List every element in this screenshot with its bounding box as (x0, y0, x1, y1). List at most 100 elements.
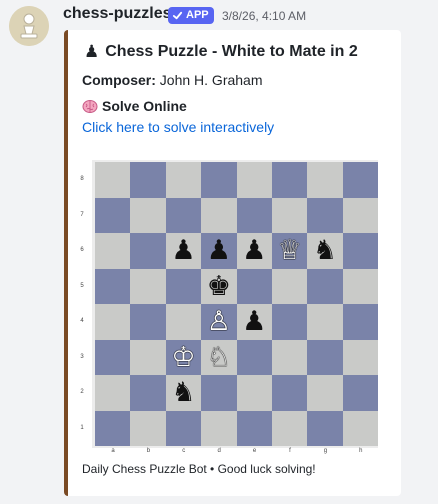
square-d4: ♙ (201, 304, 237, 340)
square-d2 (201, 375, 237, 411)
app-badge-label: APP (186, 9, 209, 21)
black-pawn-icon: ♟ (171, 235, 196, 267)
composer-field: Composer: John H. Graham (82, 72, 263, 88)
chess-board: ♟ ♟ ♟ ♕ ♞ ♚ ♙ ♟ ♔ ♘ ♞ (95, 162, 378, 446)
square-e1 (236, 410, 272, 446)
square-h6 (342, 233, 378, 269)
square-c4 (165, 304, 202, 340)
square-h7 (342, 197, 378, 233)
square-d8 (201, 162, 237, 198)
square-h5 (342, 268, 378, 304)
square-b3 (130, 339, 166, 375)
square-h4 (342, 304, 378, 340)
square-f6: ♕ (271, 233, 308, 269)
square-c5 (165, 268, 202, 304)
file-label: h (359, 448, 363, 454)
black-knight-icon: ♞ (312, 235, 338, 267)
square-a1 (95, 410, 131, 446)
square-f1 (271, 410, 308, 446)
file-label: c (182, 448, 186, 454)
chess-board-image[interactable]: ♟ ♟ ♟ ♕ ♞ ♚ ♙ ♟ ♔ ♘ ♞ 8 7 6 5 4 3 2 1 a b c d e f g h (80, 160, 378, 454)
username[interactable]: chess-puzzles (63, 5, 171, 23)
square-e4: ♟ (236, 304, 272, 340)
square-h1 (342, 410, 378, 446)
square-e5 (236, 268, 272, 304)
rank-label: 7 (80, 211, 84, 218)
composer-name: John H. Graham (159, 72, 263, 88)
square-h8 (342, 162, 378, 198)
square-c2: ♞ (165, 375, 202, 411)
black-king-icon: ♚ (206, 270, 231, 302)
embed-title-row: ♟ Chess Puzzle - White to Mate in 2 (84, 42, 358, 62)
square-d1 (201, 410, 237, 446)
square-a2 (95, 375, 131, 411)
file-label: d (217, 448, 221, 454)
square-g2 (307, 375, 343, 411)
white-knight-icon: ♘ (206, 341, 231, 373)
square-c8 (165, 162, 202, 198)
solve-field-title: Solve Online (82, 98, 187, 114)
square-e2 (236, 375, 272, 411)
square-f3 (271, 339, 308, 375)
verified-check-icon (172, 11, 183, 20)
square-c7 (165, 197, 202, 233)
rank-label: 3 (80, 353, 84, 360)
square-b1 (130, 410, 166, 446)
black-knight-icon: ♞ (171, 377, 196, 409)
square-e6: ♟ (236, 233, 272, 269)
file-label: a (111, 448, 115, 454)
square-g4 (307, 304, 343, 340)
square-g3 (307, 339, 343, 375)
brain-icon (82, 100, 98, 113)
solve-label: Solve Online (102, 98, 187, 114)
square-g7 (307, 197, 343, 233)
square-e3 (236, 339, 272, 375)
square-a8 (95, 162, 131, 198)
square-b8 (130, 162, 166, 198)
square-a6 (95, 233, 131, 269)
pawn-icon (9, 6, 49, 46)
square-c6: ♟ (165, 233, 202, 269)
rank-label: 6 (80, 247, 84, 253)
square-b5 (130, 268, 166, 304)
square-e7 (236, 197, 272, 233)
square-b4 (130, 304, 166, 340)
square-e8 (236, 162, 272, 198)
rank-label: 4 (80, 318, 84, 324)
square-a5 (95, 268, 131, 304)
app-badge: APP (168, 7, 214, 24)
square-g5 (307, 268, 343, 304)
pawn-icon: ♟ (84, 42, 100, 61)
square-d6: ♟ (201, 233, 237, 269)
square-b7 (130, 197, 166, 233)
white-king-icon: ♔ (171, 341, 196, 373)
square-f2 (271, 375, 308, 411)
rank-label: 8 (80, 176, 84, 182)
timestamp: 3/8/26, 4:10 AM (222, 9, 307, 23)
square-f8 (271, 162, 308, 198)
square-b2 (130, 375, 166, 411)
embed-title: Chess Puzzle - White to Mate in 2 (105, 43, 358, 60)
square-g6: ♞ (307, 233, 343, 269)
solve-online-link[interactable]: Click here to solve interactively (82, 119, 274, 135)
message: chess-puzzles APP 3/8/26, 4:10 AM ♟ Ches… (0, 0, 438, 504)
composer-label: Composer: (82, 72, 156, 88)
square-g1 (307, 410, 343, 446)
square-d7 (201, 197, 237, 233)
rank-label: 2 (80, 389, 84, 395)
black-pawn-icon: ♟ (242, 235, 267, 267)
file-label: f (289, 448, 291, 454)
square-d5: ♚ (201, 268, 237, 304)
square-f7 (271, 197, 308, 233)
square-d3: ♘ (201, 339, 237, 375)
square-a4 (95, 304, 131, 340)
square-c1 (165, 410, 202, 446)
bot-avatar[interactable] (9, 6, 49, 46)
square-f5 (271, 268, 308, 304)
square-h2 (342, 375, 378, 411)
white-queen-icon: ♕ (277, 235, 302, 267)
white-pawn-icon: ♙ (206, 306, 231, 338)
square-f4 (271, 304, 308, 340)
square-c3: ♔ (165, 339, 202, 375)
square-a3 (95, 339, 131, 375)
